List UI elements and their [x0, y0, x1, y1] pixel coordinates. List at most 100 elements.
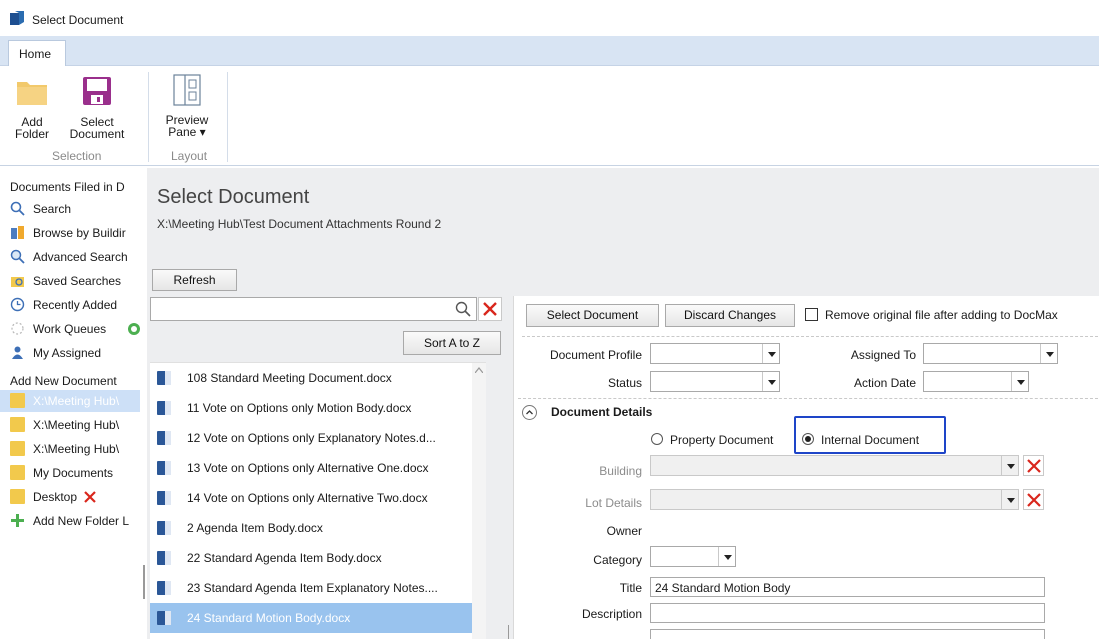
- close-icon: [1027, 459, 1041, 473]
- search-icon: [10, 201, 25, 216]
- status-select[interactable]: [650, 371, 780, 392]
- select-document-ribbon-button[interactable]: Select Document: [54, 74, 140, 148]
- folder-icon: [10, 417, 25, 432]
- property-document-label: Property Document: [670, 433, 774, 447]
- action-date-picker[interactable]: [923, 371, 1029, 392]
- nav-folder-label: X:\Meeting Hub\: [33, 418, 120, 432]
- left-navigation: Documents Filed in D Search Browse by Bu…: [0, 176, 140, 639]
- nav-item-recently-added[interactable]: Recently Added: [0, 294, 140, 316]
- building-select[interactable]: [650, 455, 1019, 476]
- ribbon-separator: [227, 72, 228, 162]
- preview-pane-button[interactable]: Preview Pane ▾: [156, 74, 218, 148]
- document-details-heading: Document Details: [551, 405, 653, 419]
- document-detail-panel: Select Document Discard Changes Remove o…: [513, 296, 1099, 639]
- nav-add-new-folder-link[interactable]: Add New Folder L: [0, 510, 140, 532]
- clear-search-button[interactable]: [478, 297, 502, 321]
- nav-folder-meeting-hub-3[interactable]: X:\Meeting Hub\: [0, 438, 140, 460]
- document-name: 12 Vote on Options only Explanatory Note…: [187, 431, 436, 445]
- queue-icon: [11, 322, 24, 335]
- list-item[interactable]: 22 Standard Agenda Item Body.docx: [150, 543, 472, 573]
- list-item[interactable]: 12 Vote on Options only Explanatory Note…: [150, 423, 472, 453]
- clear-lot-details-button[interactable]: [1023, 489, 1044, 510]
- title-bar: Select Document: [0, 0, 1099, 36]
- nav-folder-my-documents[interactable]: My Documents: [0, 462, 140, 484]
- nav-folder-meeting-hub-1[interactable]: X:\Meeting Hub\: [0, 390, 140, 412]
- next-field-input[interactable]: [650, 629, 1045, 639]
- category-select[interactable]: [650, 546, 736, 567]
- document-profile-select[interactable]: [650, 343, 780, 364]
- refresh-icon: [128, 323, 140, 335]
- group-label-layout: Layout: [171, 149, 208, 163]
- nav-item-browse-by-building[interactable]: Browse by Buildir: [0, 222, 140, 244]
- sort-a-to-z-button[interactable]: Sort A to Z: [403, 331, 501, 355]
- remove-original-label: Remove original file after adding to Doc…: [825, 308, 1058, 322]
- clear-building-button[interactable]: [1023, 455, 1044, 476]
- description-input[interactable]: [650, 603, 1045, 623]
- window-title: Select Document: [32, 13, 124, 27]
- advanced-search-icon: [10, 249, 25, 264]
- nav-item-work-queues[interactable]: Work Queues: [0, 318, 140, 340]
- nav-item-label: Add New Folder L: [33, 514, 130, 528]
- nav-item-label: Search: [33, 202, 72, 216]
- add-folder-label-2: Folder: [14, 127, 49, 141]
- collapse-section-button[interactable]: [522, 405, 537, 420]
- document-list[interactable]: 108 Standard Meeting Document.docx 11 Vo…: [150, 362, 486, 639]
- nav-item-label: Recently Added: [33, 298, 118, 312]
- nav-folder-desktop[interactable]: Desktop: [0, 486, 140, 508]
- action-date-label: Action Date: [853, 376, 916, 390]
- nav-item-search[interactable]: Search: [0, 198, 140, 220]
- splitter-handle[interactable]: [143, 565, 145, 599]
- word-document-icon: [157, 581, 171, 595]
- document-name: 23 Standard Agenda Item Explanatory Note…: [187, 581, 438, 595]
- nav-folder-label: Desktop: [33, 490, 78, 504]
- folder-path: X:\Meeting Hub\Test Document Attachments…: [157, 217, 442, 231]
- scroll-up-icon[interactable]: [475, 367, 483, 373]
- word-document-icon: [157, 461, 171, 475]
- word-document-icon: [157, 431, 171, 445]
- remove-original-checkbox[interactable]: [805, 308, 818, 321]
- nav-folder-meeting-hub-2[interactable]: X:\Meeting Hub\: [0, 414, 140, 436]
- document-name: 13 Vote on Options only Alternative One.…: [187, 461, 429, 475]
- lot-details-select[interactable]: [650, 489, 1019, 510]
- select-document-button[interactable]: Select Document: [526, 304, 659, 327]
- tab-home[interactable]: Home: [8, 40, 66, 67]
- nav-item-my-assigned[interactable]: My Assigned: [0, 342, 140, 364]
- word-document-icon: [157, 401, 171, 415]
- plus-icon: [11, 514, 24, 527]
- list-item[interactable]: 11 Vote on Options only Motion Body.docx: [150, 393, 472, 423]
- nav-folder-label: My Documents: [33, 466, 114, 480]
- discard-changes-button[interactable]: Discard Changes: [665, 304, 795, 327]
- list-item[interactable]: 2 Agenda Item Body.docx: [150, 513, 472, 543]
- chevron-down-icon: [1001, 490, 1018, 509]
- internal-document-radio[interactable]: [802, 433, 814, 445]
- list-item-selected[interactable]: 24 Standard Motion Body.docx: [150, 603, 472, 633]
- user-icon: [12, 346, 23, 359]
- list-item[interactable]: 108 Standard Meeting Document.docx: [150, 363, 472, 393]
- nav-folder-label: X:\Meeting Hub\: [33, 394, 120, 408]
- list-item[interactable]: 23 Standard Agenda Item Explanatory Note…: [150, 573, 472, 603]
- nav-item-label: Advanced Search: [33, 250, 128, 264]
- refresh-button[interactable]: Refresh: [152, 269, 237, 291]
- word-document-icon: [157, 611, 171, 625]
- preview-pane-icon: [173, 74, 201, 106]
- nav-item-advanced-search[interactable]: Advanced Search: [0, 246, 140, 268]
- list-scrollbar[interactable]: [472, 363, 486, 639]
- add-folder-button[interactable]: Add Folder: [12, 74, 52, 148]
- chevron-down-icon: [762, 344, 779, 363]
- save-icon: [83, 77, 111, 105]
- remove-folder-icon[interactable]: [83, 490, 97, 504]
- nav-folder-label: X:\Meeting Hub\: [33, 442, 120, 456]
- divider: [522, 336, 1098, 337]
- saved-search-icon: [11, 277, 24, 287]
- document-search-input[interactable]: [150, 297, 477, 321]
- assigned-to-select[interactable]: [923, 343, 1058, 364]
- nav-item-saved-searches[interactable]: Saved Searches: [0, 270, 140, 292]
- splitter-handle[interactable]: [508, 625, 510, 639]
- search-icon[interactable]: [455, 301, 471, 317]
- property-document-radio[interactable]: [651, 433, 663, 445]
- divider: [518, 398, 1098, 399]
- title-input[interactable]: 24 Standard Motion Body: [650, 577, 1045, 597]
- list-item[interactable]: 13 Vote on Options only Alternative One.…: [150, 453, 472, 483]
- list-item[interactable]: 14 Vote on Options only Alternative Two.…: [150, 483, 472, 513]
- document-name: 22 Standard Agenda Item Body.docx: [187, 551, 382, 565]
